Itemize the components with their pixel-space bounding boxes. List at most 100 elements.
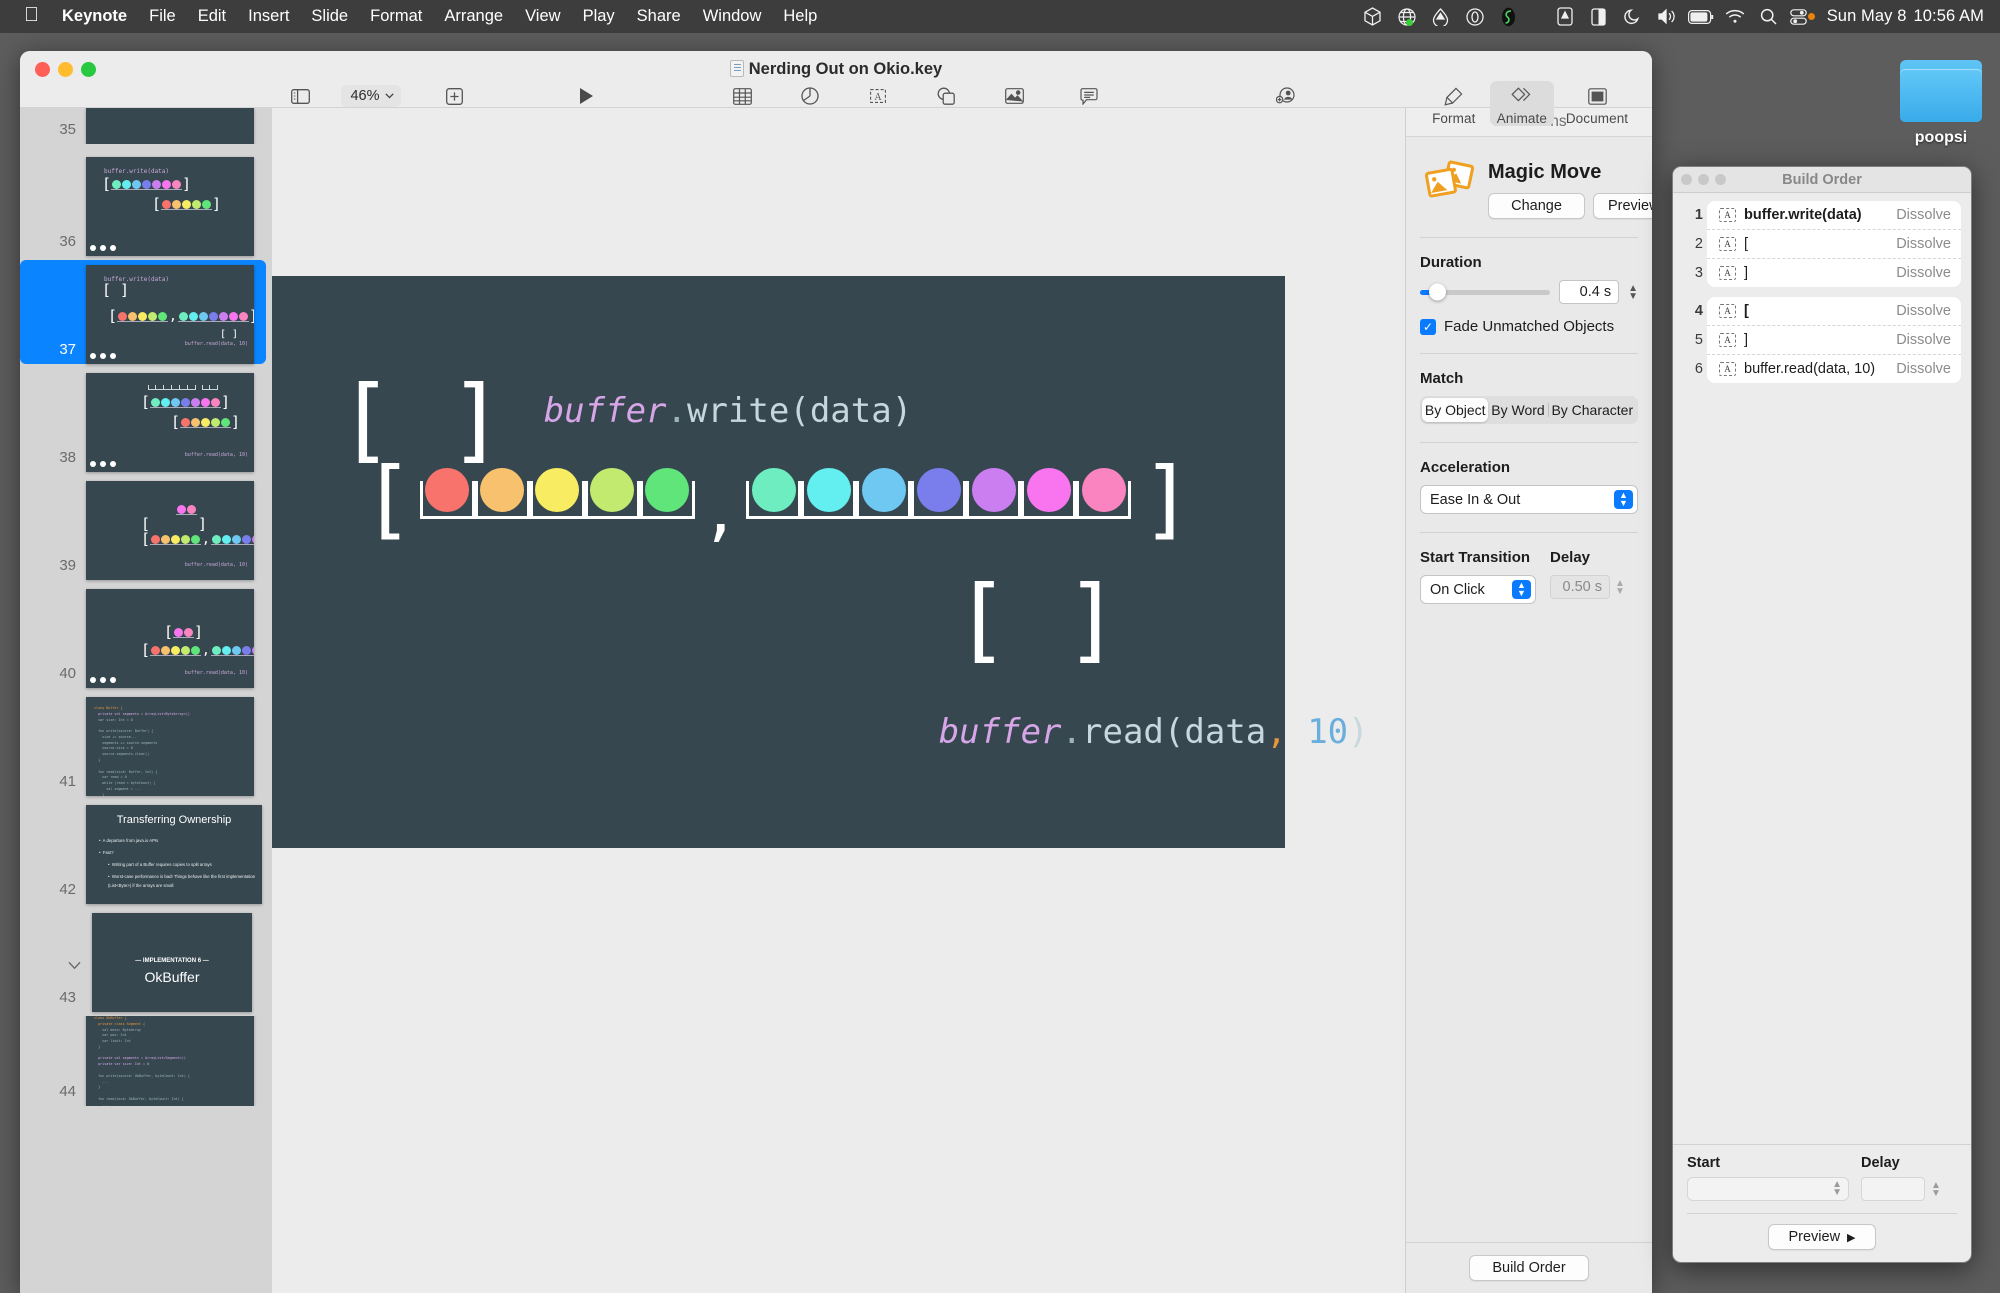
navigator-slide-39[interactable]: 39 [ ] [ , buffer.read(data, 10) [20, 476, 272, 580]
dropbox-icon[interactable] [1548, 0, 1582, 33]
battery-icon[interactable] [1684, 0, 1718, 33]
build-preview-button[interactable]: Preview ▶ [1768, 1224, 1876, 1250]
byte-ball [425, 467, 470, 512]
shell-script-icon[interactable] [1492, 0, 1526, 33]
navigator-slide-43[interactable]: 43 — IMPLEMENTATION 6 — OkBuffer [20, 908, 272, 1012]
menu-file[interactable]: File [138, 6, 187, 27]
match-option-by-word[interactable]: By Word [1488, 398, 1547, 422]
menu-help[interactable]: Help [772, 6, 828, 27]
build-item[interactable]: 3 A ] Dissolve [1695, 258, 1961, 287]
menu-arrange[interactable]: Arrange [433, 6, 514, 27]
format-button[interactable]: Format [1424, 81, 1484, 126]
menu-format[interactable]: Format [359, 6, 433, 27]
array-cell[interactable] [966, 467, 1022, 519]
array-a[interactable] [419, 467, 695, 519]
array-cell[interactable] [1076, 467, 1132, 519]
build-delay-field[interactable] [1861, 1177, 1925, 1201]
array-cell[interactable] [639, 467, 695, 519]
delay-stepper[interactable]: ▲ ▼ [1615, 578, 1625, 596]
menu-share[interactable]: Share [626, 6, 692, 27]
fade-unmatched-row[interactable]: ✓ Fade Unmatched Objects [1420, 318, 1638, 335]
globe-icon[interactable] [1390, 0, 1424, 33]
array-cell[interactable] [911, 467, 967, 519]
acceleration-select[interactable]: Ease In & Out ▲ ▼ [1420, 485, 1638, 514]
navigator-slide-35[interactable]: 35 [20, 108, 272, 144]
volume-icon[interactable] [1650, 0, 1684, 33]
apple-icon[interactable]:  [14, 5, 51, 28]
slider-knob[interactable] [1429, 283, 1446, 301]
navigator-slide-41[interactable]: 41 class Buffer { private val segments =… [20, 692, 272, 796]
build-item[interactable]: 2 A [ Dissolve [1695, 229, 1961, 258]
wifi-icon[interactable] [1718, 0, 1752, 33]
array-cell[interactable] [529, 467, 585, 519]
build-order-list[interactable]: 1 A buffer.write(data) Dissolve 2 A [ Di… [1673, 193, 1971, 1144]
navigator-slide-36[interactable]: 36 buffer.write(data) [ ] [] [20, 152, 272, 256]
preview-transition-button[interactable]: Preview▶ [1593, 193, 1652, 219]
menu-window[interactable]: Window [692, 6, 773, 27]
array-cell[interactable] [746, 467, 802, 519]
menu-view[interactable]: View [514, 6, 571, 27]
menu-play[interactable]: Play [572, 6, 626, 27]
slide-read-call[interactable]: buffer.read(data, 10) [734, 672, 1369, 792]
navigator-slide-37[interactable]: 37 buffer.write(data) [ ] [ , ] [20, 260, 272, 364]
animate-button[interactable]: Animate [1489, 81, 1554, 126]
menu-edit[interactable]: Edit [187, 6, 237, 27]
contrast-icon[interactable] [1582, 0, 1616, 33]
array-cell[interactable] [474, 467, 530, 519]
start-transition-select[interactable]: On Click ▲ ▼ [1420, 575, 1536, 604]
text-object-icon: A [1719, 362, 1736, 376]
desktop-folder-poopsi[interactable]: poopsi [1886, 60, 1996, 147]
droplet-icon[interactable] [1424, 0, 1458, 33]
build-item[interactable]: 5 A ] Dissolve [1695, 325, 1961, 354]
zoom-button[interactable] [1715, 174, 1726, 185]
array-cell[interactable] [801, 467, 857, 519]
build-index: 5 [1694, 332, 1703, 348]
array-cell[interactable] [1021, 467, 1077, 519]
format-inspector[interactable]: Transitions [1405, 108, 1652, 1293]
zoom-popup[interactable]: 46% [341, 85, 401, 107]
slide-empty-brackets-bottom[interactable]: [ ] [954, 566, 1120, 673]
slide-canvas[interactable]: buffer.write(data) [ ] [,] [] buffer.… [272, 276, 1369, 848]
moon-icon[interactable] [1616, 0, 1650, 33]
duration-slider[interactable] [1420, 283, 1551, 301]
change-transition-button[interactable]: Change [1488, 193, 1585, 219]
circle-zero-icon[interactable] [1458, 0, 1492, 33]
menu-insert[interactable]: Insert [237, 6, 300, 27]
array-b[interactable] [746, 467, 1132, 519]
match-segmented-control[interactable]: By Object By Word By Character [1420, 396, 1638, 424]
document-button[interactable]: Document [1560, 81, 1634, 126]
navigator-slide-44[interactable]: 44 class OkBuffer { private class Segmen… [20, 1016, 272, 1106]
build-item[interactable]: 4 A [ Dissolve [1695, 297, 1961, 325]
magic-move-icon [1424, 159, 1476, 203]
minimize-button[interactable] [1698, 174, 1709, 185]
duration-value-field[interactable]: 0.4 s [1559, 280, 1620, 304]
menu-bar-clock[interactable]: Sun May 8 10:56 AM [1821, 7, 1984, 26]
build-item[interactable]: 6 A buffer.read(data, 10) Dissolve [1695, 354, 1961, 383]
package-icon[interactable] [1356, 0, 1390, 33]
build-order-button[interactable]: Build Order [1469, 1255, 1589, 1281]
build-order-window[interactable]: Build Order 1 A buffer.write(data) Disso… [1672, 166, 1972, 1263]
slide-navigator[interactable]: 35 36 buffer.write(data) [ ] [] 37 buff… [20, 108, 272, 1293]
build-delay-stepper[interactable]: ▲ ▼ [1931, 1180, 1941, 1198]
acceleration-value: Ease In & Out [1430, 491, 1521, 508]
duration-stepper[interactable]: ▲ ▼ [1628, 283, 1638, 301]
fade-unmatched-checkbox[interactable]: ✓ [1420, 318, 1436, 335]
navigator-slide-38[interactable]: 38 [] [] buffer.read(data, 10) [20, 368, 272, 472]
navigator-slide-40[interactable]: 40 [ ] [ , buffer.read(data, 10) [20, 584, 272, 688]
build-start-select[interactable]: ▲ ▼ [1687, 1177, 1849, 1201]
slide-canvas-area[interactable]: buffer.write(data) [ ] [,] [] buffer.… [272, 108, 1405, 1293]
array-cell[interactable] [584, 467, 640, 519]
group-disclosure-triangle[interactable] [68, 957, 81, 974]
menu-keynote[interactable]: Keynote [51, 6, 138, 27]
navigator-slide-42[interactable]: 42 Transferring Ownership • A departure … [20, 800, 272, 904]
build-item[interactable]: 1 A buffer.write(data) Dissolve [1695, 201, 1961, 229]
close-button[interactable] [1681, 174, 1692, 185]
match-option-by-object[interactable]: By Object [1422, 398, 1489, 422]
array-cell[interactable] [419, 467, 475, 519]
delay-value-field[interactable]: 0.50 s [1550, 575, 1610, 599]
match-option-by-character[interactable]: By Character [1549, 398, 1636, 422]
slide-array-row[interactable]: [ ,] [362, 456, 1193, 543]
search-icon[interactable] [1752, 0, 1786, 33]
array-cell[interactable] [856, 467, 912, 519]
menu-slide[interactable]: Slide [300, 6, 359, 27]
